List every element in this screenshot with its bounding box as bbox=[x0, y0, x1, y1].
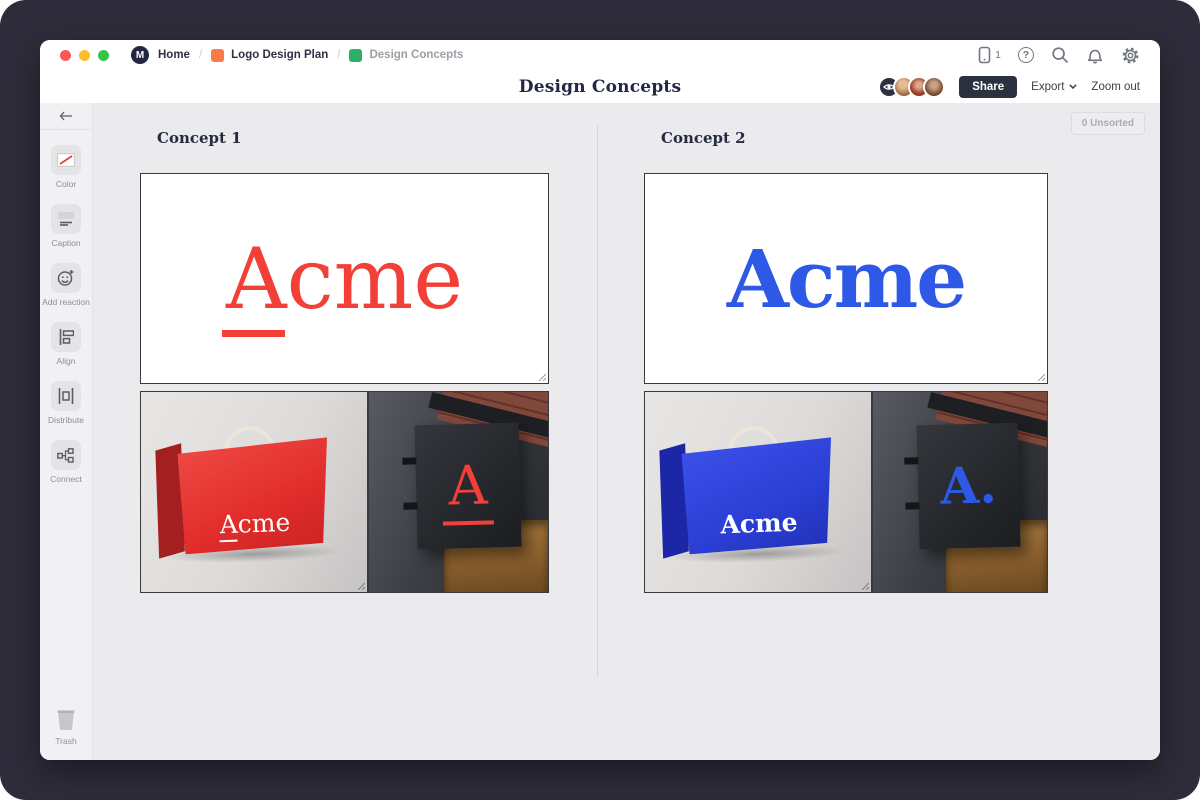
caption-icon bbox=[51, 204, 81, 234]
sign-letter-text: A. bbox=[940, 460, 997, 511]
tool-label: Add reaction bbox=[42, 297, 90, 307]
shopping-bag-illustration: Acme bbox=[681, 437, 835, 554]
signboard: A. bbox=[917, 423, 1021, 550]
desktop-background: M Home / Logo Design Plan / Design Conce… bbox=[0, 0, 1200, 800]
sign-bracket bbox=[904, 458, 918, 465]
share-button[interactable]: Share bbox=[959, 76, 1017, 98]
device-count: 1 bbox=[995, 49, 1001, 61]
back-button[interactable] bbox=[40, 103, 92, 130]
concept-2-bag-mockup-image[interactable]: Acme bbox=[644, 391, 872, 593]
close-window-button[interactable] bbox=[60, 50, 71, 61]
breadcrumb-separator: / bbox=[199, 49, 202, 61]
tool-label: Connect bbox=[50, 474, 82, 484]
tool-label: Caption bbox=[51, 238, 80, 248]
traffic-lights bbox=[60, 50, 109, 61]
breadcrumb-logo-design-plan[interactable]: Logo Design Plan bbox=[211, 49, 328, 62]
avatar[interactable] bbox=[923, 76, 945, 98]
shopping-bag-illustration: Acme bbox=[177, 437, 331, 554]
maximize-window-button[interactable] bbox=[98, 50, 109, 61]
concept-1-logo-card[interactable]: Acme bbox=[140, 173, 549, 384]
tool-sidebar: Color Caption Add reaction bbox=[40, 103, 93, 760]
notifications-button[interactable] bbox=[1086, 46, 1104, 64]
acme-logo-blue: Acme bbox=[727, 239, 965, 319]
board-icon-green bbox=[349, 49, 362, 62]
bag-front-panel: Acme bbox=[681, 437, 835, 554]
chevron-down-icon bbox=[1069, 84, 1077, 89]
board-toolbar: Design Concepts Share Export Zoom out bbox=[40, 70, 1160, 103]
bell-icon bbox=[1086, 46, 1104, 64]
collaborator-avatars bbox=[878, 76, 945, 98]
breadcrumb: M Home / Logo Design Plan / Design Conce… bbox=[131, 46, 463, 64]
unsorted-badge[interactable]: 0 Unsorted bbox=[1071, 112, 1145, 135]
breadcrumb-design-concepts[interactable]: Design Concepts bbox=[349, 49, 463, 62]
tool-label: Color bbox=[56, 179, 76, 189]
concept-1-bag-mockup-image[interactable]: Acme bbox=[140, 391, 368, 593]
tool-caption[interactable]: Caption bbox=[51, 204, 81, 248]
milanote-logo-icon[interactable]: M bbox=[131, 46, 149, 64]
sign-bracket bbox=[402, 458, 416, 465]
tool-align[interactable]: Align bbox=[51, 322, 81, 366]
bag-brand-text: Acme bbox=[720, 510, 798, 538]
acme-logo-red: Acme bbox=[226, 237, 463, 321]
toolbar-actions: Share Export Zoom out bbox=[878, 76, 1140, 98]
help-button[interactable]: ? bbox=[1018, 47, 1034, 63]
concept-2-sign-mockup-image[interactable]: A. bbox=[872, 391, 1048, 593]
question-mark-icon: ? bbox=[1018, 47, 1034, 63]
minimize-window-button[interactable] bbox=[79, 50, 90, 61]
tool-label: Align bbox=[57, 356, 76, 366]
concept-1-heading[interactable]: Concept 1 bbox=[157, 129, 242, 147]
sign-bracket bbox=[906, 502, 920, 509]
devices-button[interactable]: 1 bbox=[978, 46, 1001, 64]
tool-label: Distribute bbox=[48, 415, 84, 425]
connect-icon bbox=[51, 440, 81, 470]
resize-handle-icon[interactable] bbox=[1035, 371, 1045, 381]
resize-handle-icon[interactable] bbox=[536, 371, 546, 381]
color-icon bbox=[51, 145, 81, 175]
settings-button[interactable] bbox=[1121, 46, 1140, 65]
search-icon bbox=[1051, 46, 1069, 64]
window-body: Color Caption Add reaction bbox=[40, 103, 1160, 760]
tool-color[interactable]: Color bbox=[51, 145, 81, 189]
app-window: M Home / Logo Design Plan / Design Conce… bbox=[40, 40, 1160, 760]
tool-add-reaction[interactable]: Add reaction bbox=[42, 263, 90, 307]
column-divider-line bbox=[597, 125, 598, 677]
device-icon bbox=[978, 46, 991, 64]
board-icon-orange bbox=[211, 49, 224, 62]
zoom-out-button[interactable]: Zoom out bbox=[1091, 81, 1140, 93]
gear-icon bbox=[1121, 46, 1140, 65]
tool-distribute[interactable]: Distribute bbox=[48, 381, 84, 425]
back-arrow-icon bbox=[59, 111, 73, 121]
concept-2-heading[interactable]: Concept 2 bbox=[661, 129, 746, 147]
breadcrumb-home[interactable]: Home bbox=[158, 49, 190, 61]
board-canvas[interactable]: 0 Unsorted Concept 1 Acme bbox=[93, 103, 1160, 760]
add-reaction-icon bbox=[51, 263, 81, 293]
resize-handle-icon[interactable] bbox=[859, 580, 869, 590]
concept-2-logo-card[interactable]: Acme bbox=[644, 173, 1048, 384]
distribute-icon bbox=[51, 381, 81, 411]
align-icon bbox=[51, 322, 81, 352]
search-button[interactable] bbox=[1051, 46, 1069, 64]
signboard: A bbox=[414, 423, 521, 550]
sign-letter-text: A bbox=[447, 458, 487, 513]
trash-label: Trash bbox=[55, 736, 76, 746]
trash-dropzone[interactable]: Trash bbox=[40, 706, 92, 746]
trash-icon bbox=[53, 706, 79, 732]
titlebar-actions: 1 ? bbox=[978, 46, 1140, 65]
bag-front-panel: Acme bbox=[177, 437, 331, 554]
concept-1-sign-mockup-image[interactable]: A bbox=[368, 391, 549, 593]
bag-brand-text: Acme bbox=[219, 510, 290, 537]
tool-connect[interactable]: Connect bbox=[50, 440, 82, 484]
breadcrumb-separator: / bbox=[337, 49, 340, 61]
export-button[interactable]: Export bbox=[1031, 81, 1077, 93]
resize-handle-icon[interactable] bbox=[355, 580, 365, 590]
sign-bracket bbox=[403, 502, 417, 509]
title-bar: M Home / Logo Design Plan / Design Conce… bbox=[40, 40, 1160, 70]
